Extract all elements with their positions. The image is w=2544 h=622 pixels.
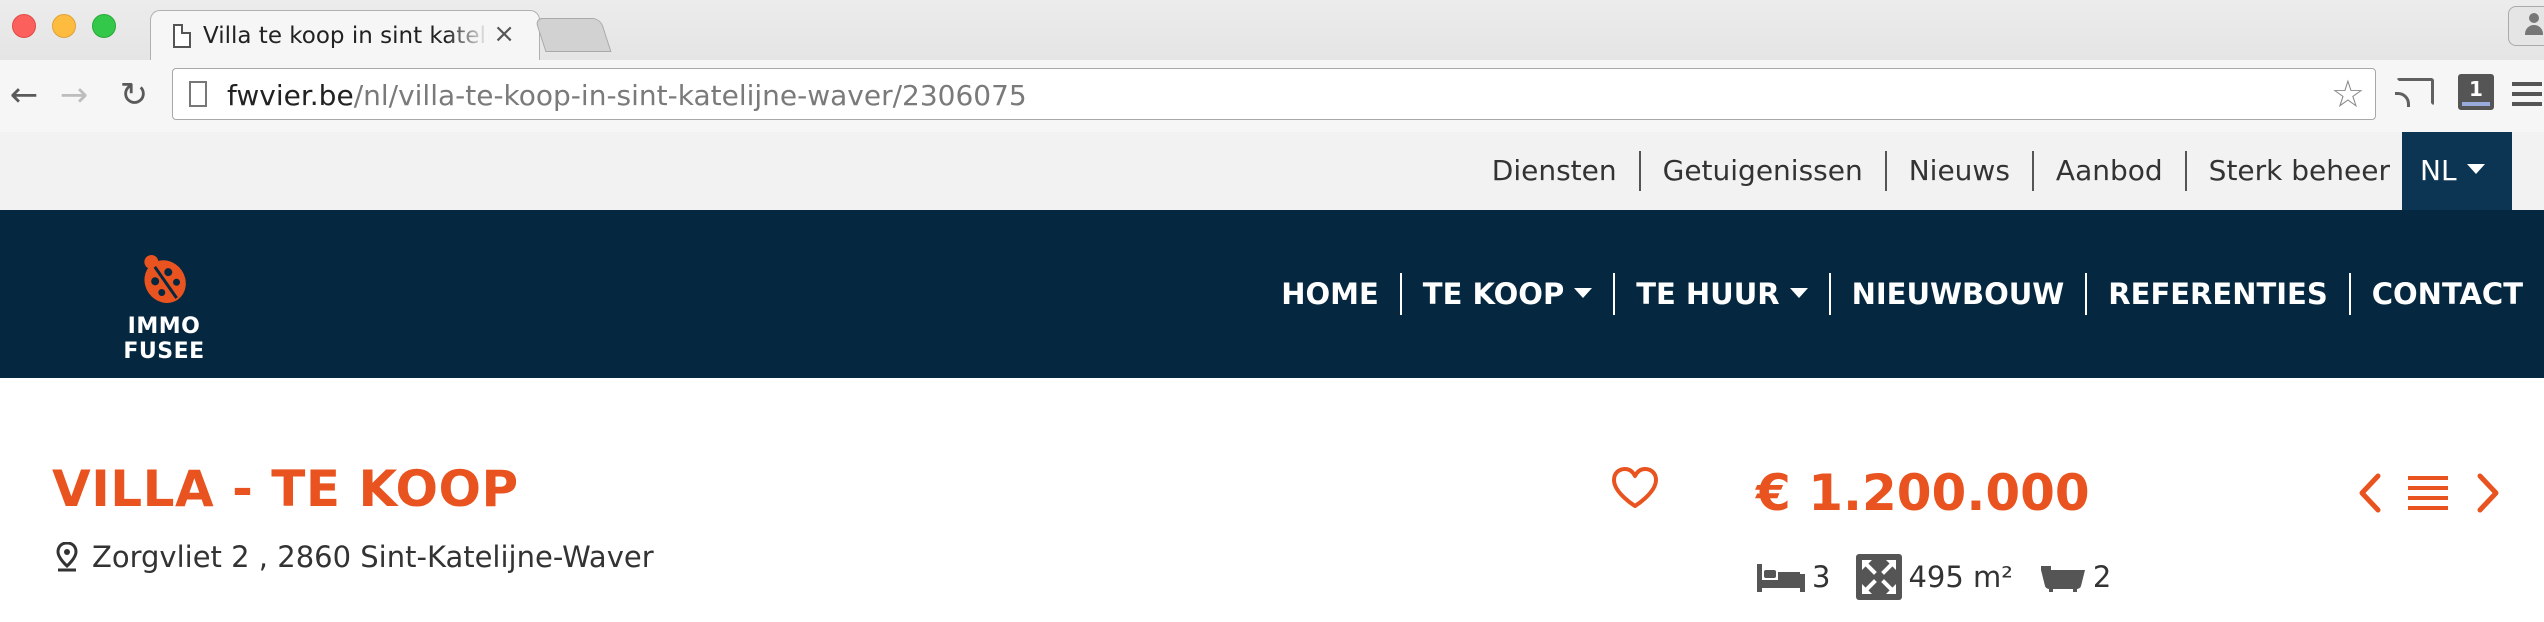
- caret-down-icon: [1574, 288, 1593, 298]
- url-host: fwvier.be: [227, 79, 354, 112]
- reload-icon[interactable]: ↻: [114, 72, 154, 118]
- language-label: NL: [2420, 154, 2457, 187]
- bathtub-icon: [2040, 566, 2085, 592]
- tab-title: Villa te koop in sint katelijne-waver: [203, 23, 489, 49]
- util-link-getuigenissen[interactable]: Getuigenissen: [1638, 151, 1885, 191]
- logo-text: IMMO FUSEE: [123, 314, 205, 364]
- back-arrow-icon[interactable]: ←: [4, 72, 44, 118]
- browser-chrome: Villa te koop in sint katelijne-waver × …: [0, 0, 2544, 132]
- new-tab-button[interactable]: [534, 18, 612, 52]
- bed-icon: [1757, 564, 1805, 592]
- caret-down-icon: [1789, 288, 1808, 298]
- listing-price: € 1.200.000: [1756, 464, 2090, 522]
- profile-button[interactable]: [2508, 6, 2544, 46]
- window-zoom-button[interactable]: [92, 14, 116, 38]
- window-minimize-button[interactable]: [52, 14, 76, 38]
- main-navigation: IMMO FUSEE HOME TE KOOP TE HUUR NIEUWBOU…: [0, 210, 2544, 378]
- utility-bar: Diensten Getuigenissen Nieuws Aanbod Ste…: [0, 132, 2544, 210]
- listing-address: Zorgvliet 2 , 2860 Sint-Katelijne-Waver: [56, 540, 654, 574]
- browser-toolbar: ← → ↻ fwvier.be/nl/villa-te-koop-in-sint…: [0, 60, 2544, 132]
- browser-tab[interactable]: Villa te koop in sint katelijne-waver ×: [150, 10, 540, 60]
- bedrooms-count: 3: [1812, 560, 1831, 594]
- nav-item-label: CONTACT: [2371, 277, 2523, 311]
- listing-features: 3 495 m² 2: [1756, 552, 2137, 602]
- main-menu: HOME TE KOOP TE HUUR NIEUWBOUW REFERENTI…: [1260, 210, 2544, 378]
- util-link-nieuws[interactable]: Nieuws: [1884, 151, 2032, 191]
- url-path: /nl/villa-te-koop-in-sint-katelijne-wave…: [353, 79, 1027, 112]
- bookmark-star-icon[interactable]: ☆: [2331, 73, 2365, 115]
- map-pin-icon: [56, 542, 78, 572]
- nav-item-label: TE HUUR: [1636, 277, 1780, 311]
- util-link-sterk-beheer[interactable]: Sterk beheer: [2184, 151, 2412, 191]
- user-icon: [2525, 13, 2543, 37]
- nav-item-label: NIEUWBOUW: [1851, 277, 2065, 311]
- page-icon: [189, 81, 207, 107]
- nav-item-label: TE KOOP: [1422, 277, 1565, 311]
- feature-bathrooms: 2: [2039, 560, 2111, 594]
- nav-item-referenties[interactable]: REFERENTIES: [2085, 273, 2348, 315]
- url-text[interactable]: fwvier.be/nl/villa-te-koop-in-sint-katel…: [227, 79, 1027, 112]
- area-value: 495 m²: [1908, 560, 2013, 594]
- tab-strip: Villa te koop in sint katelijne-waver ×: [0, 0, 2544, 60]
- nav-item-te-huur[interactable]: TE HUUR: [1613, 273, 1828, 315]
- ladybug-logo-icon: [144, 254, 186, 304]
- nav-item-label: HOME: [1281, 277, 1379, 311]
- nav-item-label: REFERENTIES: [2108, 277, 2328, 311]
- page-icon: [173, 24, 191, 48]
- extension-icon[interactable]: 1: [2458, 74, 2494, 110]
- nav-item-contact[interactable]: CONTACT: [2348, 273, 2544, 315]
- forward-arrow-icon[interactable]: →: [54, 72, 94, 118]
- list-icon[interactable]: [2406, 474, 2450, 514]
- address-text: Zorgvliet 2 , 2860 Sint-Katelijne-Waver: [92, 540, 654, 574]
- tab-close-icon[interactable]: ×: [493, 19, 515, 49]
- heart-icon[interactable]: [1610, 466, 1660, 510]
- nav-item-nieuwbouw[interactable]: NIEUWBOUW: [1828, 273, 2086, 315]
- cast-icon[interactable]: [2395, 78, 2434, 107]
- utility-links: Diensten Getuigenissen Nieuws Aanbod Ste…: [1470, 132, 2412, 210]
- browser-menu-icon[interactable]: [2512, 82, 2542, 106]
- language-selector[interactable]: NL: [2402, 132, 2512, 210]
- expand-icon: [1856, 554, 1903, 600]
- util-link-diensten[interactable]: Diensten: [1470, 151, 1639, 191]
- window-close-button[interactable]: [12, 14, 36, 38]
- feature-bedrooms: 3: [1756, 560, 1830, 594]
- nav-item-home[interactable]: HOME: [1260, 273, 1400, 315]
- chevron-right-icon[interactable]: [2474, 470, 2504, 516]
- bathrooms-count: 2: [2092, 560, 2112, 594]
- listing-title: VILLA - TE KOOP: [52, 460, 519, 518]
- util-link-aanbod[interactable]: Aanbod: [2031, 151, 2185, 191]
- site-logo[interactable]: IMMO FUSEE: [84, 248, 244, 364]
- chevron-left-icon[interactable]: [2354, 470, 2384, 516]
- caret-down-icon: [2466, 164, 2485, 174]
- feature-area: 495 m²: [1856, 554, 2013, 600]
- nav-item-te-koop[interactable]: TE KOOP: [1399, 273, 1613, 315]
- address-bar[interactable]: fwvier.be/nl/villa-te-koop-in-sint-katel…: [172, 68, 2376, 120]
